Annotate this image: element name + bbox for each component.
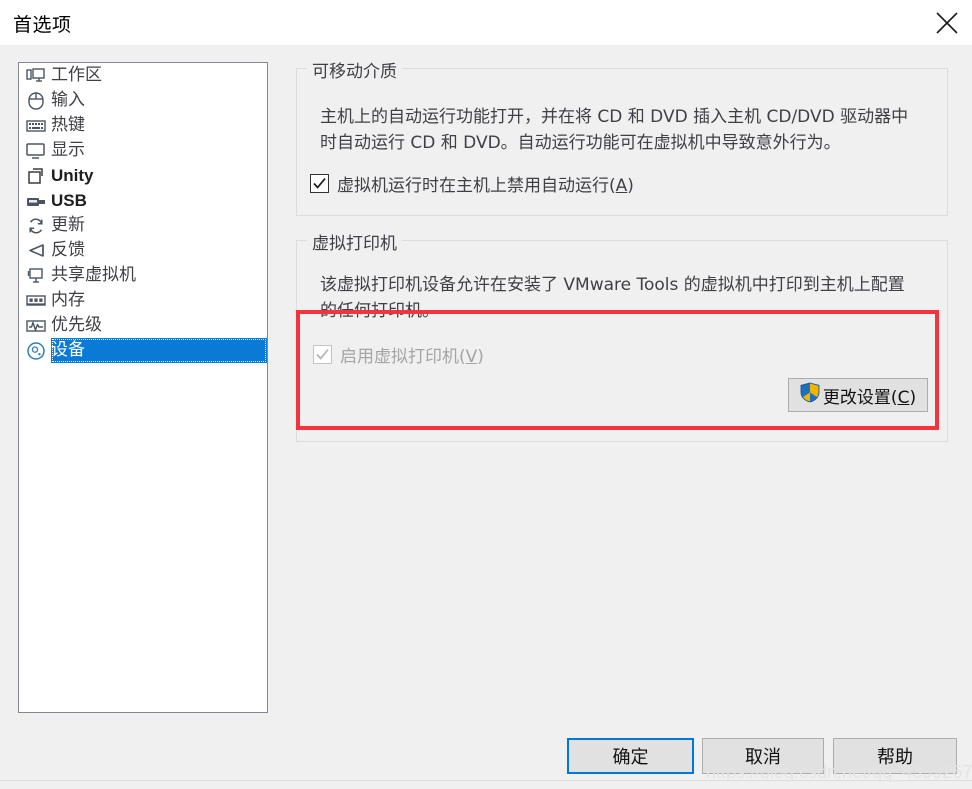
checkmark-icon xyxy=(313,178,326,189)
workspace-icon xyxy=(25,65,47,87)
close-icon xyxy=(936,12,958,34)
megaphone-icon xyxy=(25,240,47,262)
mouse-icon xyxy=(25,90,47,112)
removable-media-legend: 可移动介质 xyxy=(307,57,402,82)
sidebar-item-updates[interactable]: 更新 xyxy=(19,213,267,238)
disable-autorun-checkbox-row[interactable]: 虚拟机运行时在主机上禁用自动运行(A) xyxy=(310,171,634,196)
usb-drive-icon xyxy=(25,190,47,212)
virtual-printer-description-line1: 该虚拟打印机设备允许在安装了 VMware Tools 的虚拟机中打印到主机上配… xyxy=(320,275,905,295)
cancel-button[interactable]: 取消 xyxy=(702,738,824,774)
sidebar-item-label: 工作区 xyxy=(51,65,102,85)
enable-virtual-printer-accel: V xyxy=(465,347,478,367)
keyboard-icon xyxy=(25,115,47,137)
sidebar-item-memory[interactable]: 内存 xyxy=(19,288,267,313)
removable-media-description-line1: 主机上的自动运行功能打开，并在将 CD 和 DVD 插入主机 CD/DVD 驱动… xyxy=(320,107,909,127)
sidebar-item-feedback[interactable]: 反馈 xyxy=(19,238,267,263)
removable-media-description: 主机上的自动运行功能打开，并在将 CD 和 DVD 插入主机 CD/DVD 驱动… xyxy=(320,104,930,156)
refresh-icon xyxy=(25,215,47,237)
sidebar-item-label: USB xyxy=(51,191,87,210)
disable-autorun-accel: A xyxy=(615,176,628,196)
enable-virtual-printer-checkbox[interactable] xyxy=(313,345,332,364)
sidebar-item-usb[interactable]: USB xyxy=(19,188,267,213)
disc-device-icon xyxy=(25,340,47,362)
sidebar-item-label: 更新 xyxy=(51,215,85,235)
sidebar-item-workspace[interactable]: 工作区 xyxy=(19,63,267,88)
sidebar-item-label: 共享虚拟机 xyxy=(51,265,136,285)
sidebar-item-unity[interactable]: Unity xyxy=(19,163,267,188)
virtual-printer-description-line2: 的任何打印机。 xyxy=(320,301,439,321)
change-settings-label-text: 更改设置( xyxy=(822,387,898,408)
sidebar-item-label: 热键 xyxy=(51,115,85,135)
display-monitor-icon xyxy=(25,140,47,162)
sidebar-item-devices[interactable]: 设备 xyxy=(19,338,267,363)
sidebar-item-hotkeys[interactable]: 热键 xyxy=(19,113,267,138)
enable-virtual-printer-label: 启用虚拟打印机(V) xyxy=(340,342,484,367)
change-settings-label-tail: ) xyxy=(909,387,917,408)
enable-virtual-printer-checkbox-row[interactable]: 启用虚拟打印机(V) xyxy=(313,342,484,367)
sidebar-item-display[interactable]: 显示 xyxy=(19,138,267,163)
removable-media-description-line2: 时自动运行 CD 和 DVD。自动运行功能可在虚拟机中导致意外行为。 xyxy=(320,133,841,153)
uac-shield-icon xyxy=(800,382,820,408)
waveform-icon xyxy=(25,315,47,337)
disable-autorun-label-text: 虚拟机运行时在主机上禁用自动运行( xyxy=(337,176,616,196)
preferences-category-list[interactable]: 工作区 输入 热键 显示 Unity USB 更新 反馈 共享虚拟机 内存 优先… xyxy=(18,62,268,713)
sidebar-item-label: 反馈 xyxy=(51,240,85,260)
window-title: 首选项 xyxy=(13,14,72,36)
disable-autorun-label-tail: ) xyxy=(627,176,634,196)
sidebar-item-shared-vms[interactable]: 共享虚拟机 xyxy=(19,263,267,288)
sidebar-item-label: 优先级 xyxy=(51,315,102,335)
sidebar-item-label: Unity xyxy=(51,166,94,185)
sidebar-item-input[interactable]: 输入 xyxy=(19,88,267,113)
change-settings-accel: C xyxy=(897,387,910,408)
help-button[interactable]: 帮助 xyxy=(833,738,957,774)
virtual-printer-description: 该虚拟打印机设备允许在安装了 VMware Tools 的虚拟机中打印到主机上配… xyxy=(320,272,930,324)
sidebar-item-label: 内存 xyxy=(51,290,85,310)
sidebar-item-label: 输入 xyxy=(51,90,85,110)
close-button[interactable] xyxy=(922,0,972,45)
change-settings-label: 更改设置(C) xyxy=(823,383,916,408)
disable-autorun-label: 虚拟机运行时在主机上禁用自动运行(A) xyxy=(337,171,634,196)
enable-virtual-printer-label-text: 启用虚拟打印机( xyxy=(340,347,466,367)
windows-overlap-icon xyxy=(25,165,47,187)
sidebar-item-label: 显示 xyxy=(51,140,85,160)
virtual-printer-legend: 虚拟打印机 xyxy=(307,229,402,254)
change-settings-button[interactable]: 更改设置(C) xyxy=(788,378,928,412)
shared-vm-icon xyxy=(25,265,47,287)
enable-virtual-printer-label-tail: ) xyxy=(477,347,484,367)
ok-button[interactable]: 确定 xyxy=(567,738,694,774)
disable-autorun-checkbox[interactable] xyxy=(310,174,329,193)
title-bar: 首选项 xyxy=(0,0,972,45)
sidebar-item-priority[interactable]: 优先级 xyxy=(19,313,267,338)
sidebar-item-label: 设备 xyxy=(51,340,85,360)
footer-separator xyxy=(0,780,972,781)
memory-module-icon xyxy=(25,290,47,312)
preferences-dialog: 首选项 工作区 输入 热键 显示 Unity USB 更新 反馈 共享虚拟机 内… xyxy=(0,0,972,789)
checkmark-icon xyxy=(316,349,329,360)
